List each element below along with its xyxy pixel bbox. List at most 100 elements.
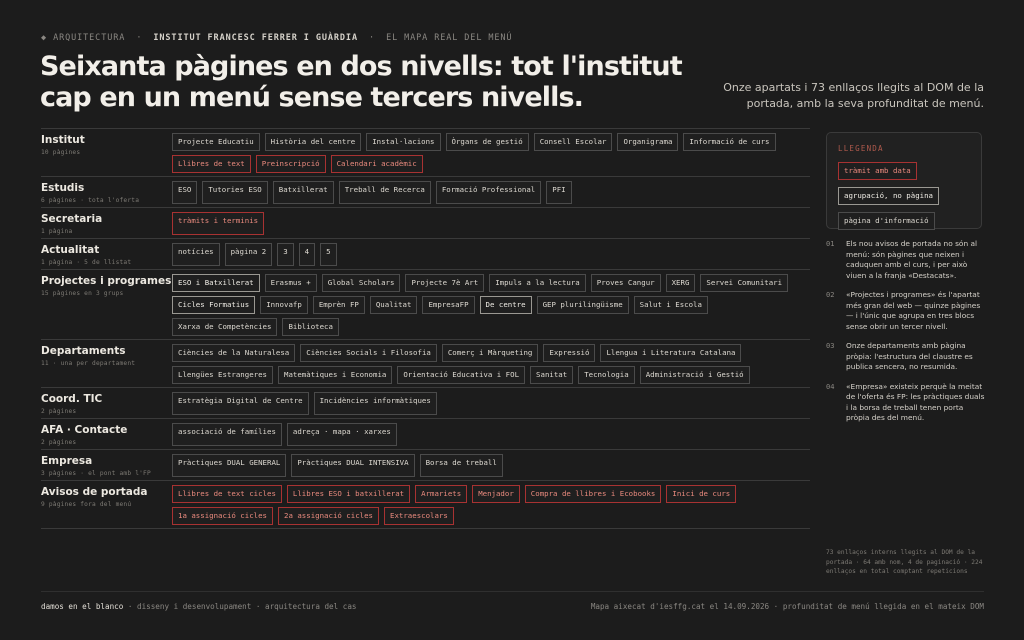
notes-list: 01 Els nou avisos de portada no són al me…: [826, 239, 986, 433]
section-label: Secretaria: [41, 213, 103, 225]
section-head: Coord. TIC 2 pàgines: [41, 392, 172, 415]
section-row-empresa: Empresa 3 pàgines · el pont amb l'FP Pràct…: [41, 450, 810, 481]
page-tag-pfi[interactable]: PFI: [546, 181, 572, 204]
page-tag-5[interactable]: 5: [320, 243, 337, 266]
page-tag-preinscripcio[interactable]: Preinscripció: [255, 155, 326, 173]
section-head: Empresa 3 pàgines · el pont amb l'FP: [41, 454, 172, 477]
page-tag-proves-cangur[interactable]: Proves Cangur: [590, 274, 661, 292]
page-tag-formacio-professional[interactable]: Formació Professional: [435, 181, 542, 204]
page-tag-4[interactable]: 4: [298, 243, 316, 266]
page-tag-practiques-dual-intensiva[interactable]: Pràctiques DUAL INTENSIVA: [291, 454, 415, 477]
page-tag-organs-de-gestio[interactable]: Òrgans de gestió: [445, 133, 529, 151]
page-tag-2a-assignacio-cicles[interactable]: 2a assignació cicles: [278, 507, 379, 525]
page-tag-global-scholars[interactable]: Global Scholars: [321, 274, 401, 292]
page-tag-calendari-academic[interactable]: Calendari acadèmic: [330, 155, 423, 173]
note-text: Els nou avisos de portada no són al menú…: [846, 239, 978, 280]
legend-panel: LLEGENDA tràmit amb data agrupació, no pà…: [826, 132, 982, 230]
page-tag-administracio-i-gestio[interactable]: Administració i Gestió: [639, 366, 750, 384]
section-label: Projectes i programes: [41, 275, 172, 287]
group-tag-eso-i-batxillerat: ESO i Batxillerat: [172, 274, 260, 292]
page-tag-llibres-de-text-cicles[interactable]: Llibres de text cicles: [172, 485, 282, 503]
page-tag-expressio[interactable]: Expressió: [543, 344, 596, 362]
section-meta: 6 pàgines · tota l'oferta: [41, 197, 140, 204]
note-number: 02: [826, 291, 835, 299]
page-tag-gep-plurilinguisme[interactable]: GEP plurilingüisme: [536, 296, 629, 314]
page-subtitle: Onze apartats i 73 enllaços llegits al D…: [723, 81, 984, 110]
page-tag-1a-assignacio-cicles[interactable]: 1a assignació cicles: [172, 507, 273, 525]
page-tag-empresafp[interactable]: EmpresaFP: [422, 296, 475, 314]
note-number: 04: [826, 382, 835, 391]
section-row-coord-tic: Coord. TIC 2 pàgines Estratègia Digital de…: [41, 388, 810, 419]
page-tag-sanitat[interactable]: Sanitat: [530, 366, 574, 384]
page-tag-incidencies-informatiques[interactable]: Incidències informàtiques: [313, 392, 437, 415]
page-tag-borsa-de-treball[interactable]: Borsa de treball: [419, 454, 503, 477]
section-head: Departaments 11 · una per departament: [41, 344, 172, 384]
page-tag-innovafp[interactable]: Innovafp: [260, 296, 308, 314]
page-tag-menjador[interactable]: Menjador: [472, 485, 520, 503]
page-tag-inici-de-curs[interactable]: Inici de curs: [666, 485, 737, 503]
page-tag-llibres-de-text[interactable]: Llibres de text: [172, 155, 251, 173]
page-tag-noticies[interactable]: notícies: [172, 243, 220, 266]
note-number: 03: [826, 342, 835, 350]
group-tag-de-centre: De centre: [479, 296, 532, 314]
page-tag-practiques-dual-general[interactable]: Pràctiques DUAL GENERAL: [172, 454, 287, 477]
page-tag-eso[interactable]: ESO: [172, 181, 198, 204]
section-row-departaments: Departaments 11 · una per departament Cièn…: [41, 340, 810, 388]
section-meta: 3 pàgines · el pont amb l'FP: [41, 470, 151, 477]
page-tag-3[interactable]: 3: [277, 243, 294, 266]
page-tag-treball-de-recerca[interactable]: Treball de Recerca: [338, 181, 431, 204]
note-text: «Empresa» existeix perquè la meitat de l…: [846, 381, 985, 423]
page-tag-ciencies-de-la-naturalesa[interactable]: Ciències de la Naturalesa: [172, 344, 296, 362]
page-tag-llibres-eso-i-batxillerat[interactable]: Llibres ESO i batxillerat: [286, 485, 411, 503]
legend-item: pàgina d'informació: [838, 210, 970, 235]
page-tag-xarxa-de-competencies[interactable]: Xarxa de Competències: [172, 318, 278, 336]
page-tag-comerc-i-marqueting[interactable]: Comerç i Màrqueting: [441, 344, 539, 362]
page-tag-llengua-i-literatura-catalana[interactable]: Llengua i Literatura Catalana: [600, 344, 742, 362]
page-tag-estrategia-digital-de-centre[interactable]: Estratègia Digital de Centre: [172, 392, 309, 415]
page-tag-tecnologia[interactable]: Tecnologia: [578, 366, 635, 384]
page-tag-tramits-i-terminis[interactable]: tràmits i terminis: [172, 212, 265, 235]
page-tag-extraescolars[interactable]: Extraescolars: [384, 507, 454, 525]
section-label: Institut: [41, 134, 85, 146]
page-tag-tutories-eso[interactable]: Tutories ESO: [202, 181, 268, 204]
page-tag-impuls-a-la-lectura[interactable]: Impuls a la lectura: [489, 274, 586, 292]
kicker-topic: EL MAPA REAL DEL MENÚ: [386, 33, 513, 43]
section-meta: 2 pàgines: [41, 408, 77, 415]
page-tag-armariets[interactable]: Armariets: [415, 485, 468, 503]
page-tag-historia-del-centre[interactable]: Història del centre: [264, 133, 362, 151]
page-tag-compra-de-llibres-i-ecobooks[interactable]: Compra de llibres i Ecobooks: [524, 485, 662, 503]
page-tag-associacio-de-families[interactable]: associació de famílies: [172, 423, 282, 446]
page-tag-salut-i-escola[interactable]: Salut i Escola: [633, 296, 708, 314]
note-item: 04 «Empresa» existeix perquè la meitat de…: [826, 382, 986, 424]
page-tag-empren-fp[interactable]: Emprèn FP: [312, 296, 365, 314]
page-tag-batxillerat[interactable]: Batxillerat: [272, 181, 334, 204]
page-tag-projecte-educatiu[interactable]: Projecte Educatiu: [172, 133, 260, 151]
page-tag-organigrama[interactable]: Organigrama: [617, 133, 679, 151]
note-item: 01 Els nou avisos de portada no són al me…: [826, 239, 986, 281]
page-tag-servei-comunitari[interactable]: Servei Comunitari: [700, 274, 789, 292]
page-tag-orientacio-educativa-i-fol[interactable]: Orientació Educativa i FOL: [397, 366, 526, 384]
footer-brand-link[interactable]: damos en el blanco: [41, 602, 123, 611]
page-tag-projecte-7e-art[interactable]: Projecte 7è Art: [405, 274, 485, 292]
page-tag-ciencies-socials-i-filosofia[interactable]: Ciències Socials i Filosofia: [300, 344, 437, 362]
section-pages: Llibres de text cicles Llibres ESO i batx…: [172, 485, 810, 525]
page-tag-adreca-mapa-xarxes[interactable]: adreça · mapa · xarxes: [286, 423, 397, 446]
section-label: Estudis: [41, 182, 85, 194]
section-pages: ESO Tutories ESO Batxillerat Treball de Rec…: [172, 181, 810, 204]
page-tag-instal-lacions[interactable]: Instal·lacions: [366, 133, 441, 151]
page-tag-consell-escolar[interactable]: Consell Escolar: [533, 133, 613, 151]
section-head: Institut 10 pàgines: [41, 133, 172, 173]
section-head: Actualitat 1 pàgina · 5 de llistat: [41, 243, 172, 266]
page-tag-informacio-de-curs[interactable]: Informació de curs: [683, 133, 776, 151]
page-tag-matematiques-i-economia[interactable]: Matemàtiques i Economia: [278, 366, 393, 384]
page-tag-biblioteca[interactable]: Biblioteca: [282, 318, 339, 336]
section-meta: 9 pàgines fora del menú: [41, 501, 132, 508]
legend-item: tràmit amb data: [838, 160, 970, 185]
page-tag-qualitat[interactable]: Qualitat: [369, 296, 418, 314]
page-tag-erasmus[interactable]: Erasmus +: [264, 274, 317, 292]
page-tag-xerg[interactable]: XERG: [665, 274, 696, 292]
diamond-icon: ◆: [41, 33, 48, 43]
page-tag-llengues-estrangeres[interactable]: Llengües Estrangeres: [172, 366, 273, 384]
page-tag-pagina-2[interactable]: pàgina 2: [224, 243, 273, 266]
page-title: Seixanta pàgines en dos nivells: tot l'i…: [40, 51, 683, 113]
